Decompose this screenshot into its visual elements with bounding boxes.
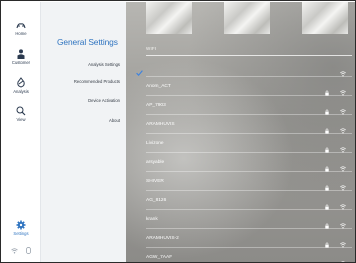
nav-item-analysis[interactable]: Analysis <box>2 77 40 94</box>
wifi-network-row[interactable]: Livizone <box>126 134 355 153</box>
wifi-network-name: AGW_7AAF <box>146 255 173 260</box>
divider <box>146 55 352 56</box>
customer-icon <box>2 49 40 59</box>
background-tile <box>302 2 348 34</box>
wifi-panel: WIFI Anom_ACT AP_7903 ARAMHUVIS Livizone ars… <box>126 2 355 262</box>
wifi-network-row[interactable]: ARAMHUVIS <box>126 115 355 134</box>
app-window: Home Customer Analysis View Settings Gen… <box>0 0 356 263</box>
wifi-network-name: AP_7903 <box>146 103 166 108</box>
wifi-network-name: krank <box>146 217 158 222</box>
gear-icon <box>2 220 40 230</box>
wifi-section-header: WIFI <box>146 46 157 51</box>
nav-label-customer: Customer <box>11 60 31 65</box>
menu-item-device-activation[interactable]: Device Activation <box>88 98 120 103</box>
nav-label-view: View <box>16 117 26 122</box>
wifi-network-name: AG_8126 <box>146 198 167 203</box>
settings-title: General Settings <box>57 37 118 47</box>
wifi-network-name: arsyable <box>146 160 165 165</box>
wifi-status-icon <box>11 248 18 254</box>
settings-menu: General Settings Analysis Settings Recom… <box>41 2 126 262</box>
nav-item-settings[interactable]: Settings <box>2 220 40 236</box>
wifi-network-row[interactable]: AG_8126 <box>126 191 355 210</box>
menu-item-recommended-products[interactable]: Recommended Products <box>74 79 120 84</box>
wifi-network-row[interactable]: AGW_7AAF <box>126 248 355 262</box>
menu-item-about[interactable]: About <box>109 118 120 123</box>
nav-item-customer[interactable]: Customer <box>2 49 40 65</box>
wifi-network-row[interactable]: Anom_ACT <box>126 77 355 96</box>
nav-item-home[interactable]: Home <box>2 22 40 36</box>
wifi-network-name: ARAMHUVIS-2 <box>146 236 179 241</box>
wifi-network-name: Livizone <box>146 141 164 146</box>
wifi-network-name: ARAMHUVIS <box>146 122 175 127</box>
wifi-network-name: SHIVER <box>146 179 164 184</box>
nav-item-view[interactable]: View <box>2 106 40 122</box>
wifi-signal-icon <box>340 254 346 262</box>
wifi-network-name: Anom_ACT <box>146 84 171 89</box>
home-icon <box>2 22 40 30</box>
nav-label-analysis: Analysis <box>13 89 29 94</box>
wifi-network-row[interactable]: AP_7903 <box>126 96 355 115</box>
background-tile <box>146 2 192 34</box>
menu-item-analysis-settings[interactable]: Analysis Settings <box>88 62 120 67</box>
wifi-network-row[interactable]: arsyable <box>126 153 355 172</box>
nav-label-settings: Settings <box>13 231 29 236</box>
rail-status-area <box>2 242 40 260</box>
device-icon <box>25 247 31 255</box>
nav-rail: Home Customer Analysis View Settings <box>2 2 41 262</box>
wifi-network-list: Anom_ACT AP_7903 ARAMHUVIS Livizone arsyable… <box>126 58 355 262</box>
background-tile <box>224 2 270 34</box>
wifi-network-row[interactable]: ARAMHUVIS-2 <box>126 229 355 248</box>
wifi-network-row[interactable] <box>126 58 355 77</box>
wifi-network-row[interactable]: SHIVER <box>126 172 355 191</box>
nav-label-home: Home <box>15 31 27 36</box>
analysis-icon <box>2 77 40 88</box>
wifi-network-row[interactable]: krank <box>126 210 355 229</box>
search-icon <box>2 106 40 116</box>
